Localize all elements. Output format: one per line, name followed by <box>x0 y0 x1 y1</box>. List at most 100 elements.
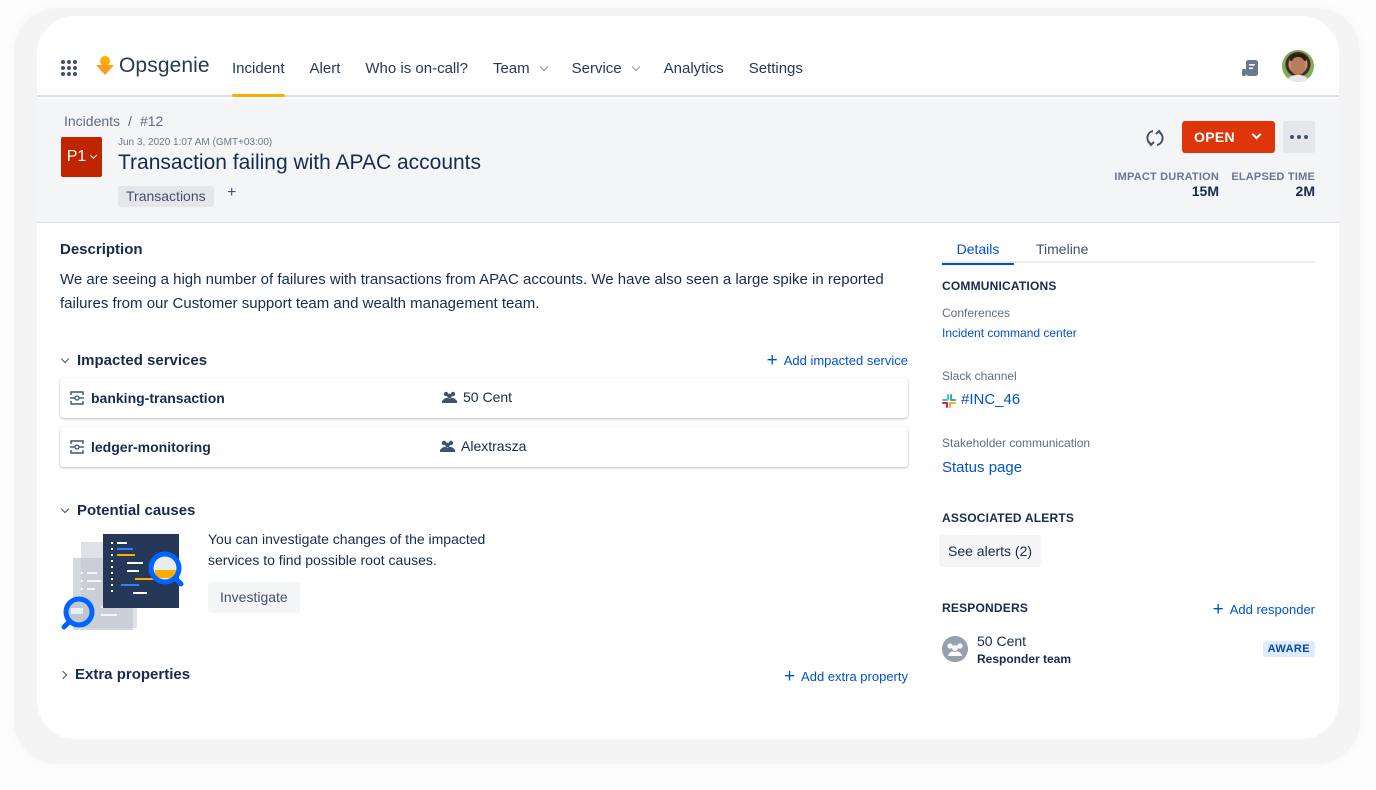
status-label: OPEN <box>1194 129 1235 145</box>
add-responder-link[interactable]: + Add responder <box>1213 600 1315 619</box>
chevron-down-icon <box>60 354 70 364</box>
more-icon-dot <box>1297 135 1301 139</box>
chevron-down-icon <box>631 62 640 71</box>
priority-label: P1 <box>66 148 87 165</box>
priority-dropdown[interactable]: P1 <box>61 137 102 177</box>
nav-item-analytics[interactable]: Analytics <box>664 41 724 97</box>
metric-label: IMPACT DURATION <box>1114 171 1219 183</box>
refresh-icon[interactable] <box>1144 127 1166 149</box>
more-actions-button[interactable] <box>1283 121 1315 153</box>
extra-properties-toggle[interactable]: Extra properties <box>58 666 191 683</box>
nav-item-label: Settings <box>748 60 803 77</box>
chevron-down-icon <box>1251 129 1262 140</box>
stakeholder-label: Stakeholder communication <box>942 436 1091 450</box>
nav-item-label: Service <box>571 60 622 77</box>
add-impacted-service-link[interactable]: + Add impacted service <box>767 351 908 370</box>
chevron-right-icon <box>58 670 68 680</box>
team-avatar-icon <box>942 636 968 662</box>
docs-icon[interactable] <box>1241 59 1259 77</box>
breadcrumb-incidents[interactable]: Incidents <box>64 113 120 129</box>
top-navigation: Opsgenie Incident Alert Who is on-call? … <box>37 16 1339 97</box>
service-name: ledger-monitoring <box>91 439 211 455</box>
opsgenie-logo-icon <box>95 54 115 78</box>
brand-name: Opsgenie <box>119 54 210 77</box>
nav-item-team[interactable]: Team <box>492 41 548 97</box>
section-title: Extra properties <box>75 666 191 683</box>
link-label: Add responder <box>1229 602 1315 617</box>
investigate-button[interactable]: Investigate <box>208 582 300 613</box>
description-text: We are seeing a high number of failures … <box>60 271 884 312</box>
service-icon <box>70 391 84 405</box>
responder-name[interactable]: 50 Cent <box>977 633 1026 649</box>
breadcrumb-current: #12 <box>139 113 164 129</box>
see-alerts-button[interactable]: See alerts (2) <box>939 535 1042 567</box>
sidebar-tabs: Details Timeline <box>942 241 1315 265</box>
status-dropdown-button[interactable]: OPEN <box>1182 121 1275 153</box>
link-label: Add extra property <box>801 669 908 684</box>
responders-heading: RESPONDERS <box>942 601 1029 615</box>
plus-icon: + <box>766 350 778 371</box>
section-title: Impacted services <box>77 352 208 369</box>
chevron-down-icon <box>90 151 98 160</box>
nav-item-alert[interactable]: Alert <box>310 41 341 97</box>
metric-value: 2M <box>1295 183 1315 199</box>
nav-item-who-is-on-call[interactable]: Who is on-call? <box>365 41 468 97</box>
app-grid-icon[interactable] <box>61 60 77 76</box>
metric-label: ELAPSED TIME <box>1231 171 1315 183</box>
nav-item-incident[interactable]: Incident <box>232 41 285 97</box>
nav-item-label: Who is on-call? <box>365 60 468 77</box>
elapsed-time: ELAPSED TIME 2M <box>1231 171 1315 199</box>
impact-duration: IMPACT DURATION 15M <box>1114 171 1219 199</box>
opsgenie-logo[interactable]: Opsgenie <box>95 54 210 78</box>
breadcrumb: Incidents / #12 <box>64 113 163 129</box>
plus-icon: + <box>783 666 796 687</box>
nav-item-label: Alert <box>309 60 341 77</box>
team-name: Alextrasza <box>461 438 527 454</box>
service-row[interactable]: banking-transaction 50 Cent <box>60 378 908 418</box>
user-avatar[interactable] <box>1282 50 1314 82</box>
potential-causes-toggle[interactable]: Potential causes <box>60 502 195 519</box>
tab-timeline[interactable]: Timeline <box>1036 241 1088 263</box>
team-name: 50 Cent <box>463 389 513 405</box>
plus-icon: + <box>1212 599 1224 620</box>
tag-transactions[interactable]: Transactions <box>118 186 214 207</box>
metric-value: 15M <box>1191 183 1219 199</box>
conference-link[interactable]: Incident command center <box>942 326 1077 340</box>
add-extra-property-link[interactable]: + Add extra property <box>784 667 908 686</box>
tab-details[interactable]: Details <box>942 241 1014 265</box>
responder-role: Responder team <box>977 652 1072 666</box>
impacted-services-toggle[interactable]: Impacted services <box>60 352 207 369</box>
nav-item-service[interactable]: Service <box>571 41 640 97</box>
potential-causes-text: You can investigate changes of the impac… <box>208 531 486 568</box>
add-tag-button[interactable]: + <box>227 184 236 202</box>
investigate-illustration <box>61 534 184 630</box>
conferences-label: Conferences <box>942 306 1011 320</box>
incident-title: Transaction failing with APAC accounts <box>118 151 482 174</box>
status-page-link[interactable]: Status page <box>942 459 1022 476</box>
associated-alerts-heading: ASSOCIATED ALERTS <box>942 511 1075 525</box>
more-icon-dot <box>1290 135 1294 139</box>
description-heading: Description <box>60 241 143 258</box>
service-row[interactable]: ledger-monitoring Alextrasza <box>60 427 908 467</box>
chevron-down-icon <box>60 504 70 514</box>
incident-timestamp: Jun 3, 2020 1:07 AM (GMT+03:00) <box>118 137 273 148</box>
team-icon <box>440 440 455 452</box>
slack-channel-label: Slack channel <box>942 369 1017 383</box>
more-icon-dot <box>1304 135 1308 139</box>
nav-item-label: Team <box>492 60 530 77</box>
nav-item-label: Incident <box>232 60 285 77</box>
app-window: Opsgenie Incident Alert Who is on-call? … <box>37 16 1339 739</box>
nav-item-settings[interactable]: Settings <box>749 41 803 97</box>
slack-icon <box>942 394 956 408</box>
slack-channel-link[interactable]: #INC_46 <box>961 391 1020 408</box>
nav-menu: Incident Alert Who is on-call? Team Serv… <box>232 16 828 97</box>
service-team: Alextrasza <box>440 438 526 454</box>
breadcrumb-separator: / <box>128 113 132 129</box>
incident-header: Incidents / #12 P1 Jun 3, 2020 1:07 AM (… <box>37 99 1339 223</box>
service-name: banking-transaction <box>91 390 225 406</box>
service-icon <box>70 440 84 454</box>
team-icon <box>442 391 457 403</box>
service-team: 50 Cent <box>442 389 512 405</box>
section-title: Potential causes <box>77 502 196 519</box>
nav-item-label: Analytics <box>663 60 724 77</box>
